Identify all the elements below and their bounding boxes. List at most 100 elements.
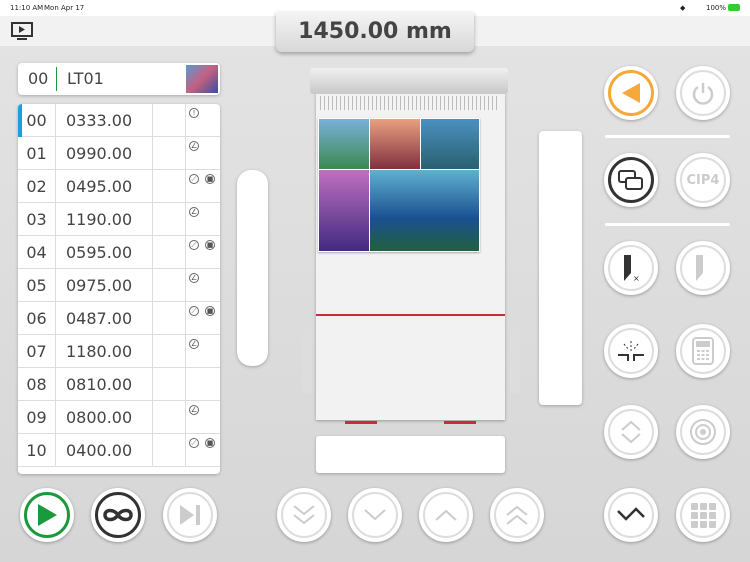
down-button[interactable] xyxy=(348,488,402,542)
chevron-up-icon xyxy=(435,509,457,521)
table-row[interactable]: 03 1190.00 ∠ xyxy=(18,203,220,236)
windows-button[interactable] xyxy=(604,153,658,207)
fast-up-button[interactable] xyxy=(490,488,544,542)
row-value[interactable]: 0990.00 xyxy=(56,137,153,170)
back-button[interactable] xyxy=(604,66,658,120)
knife-icon: ∠ xyxy=(189,339,199,349)
program-thumbnail xyxy=(186,65,218,93)
row-empty-cell xyxy=(153,137,186,170)
row-empty-cell xyxy=(153,434,186,467)
play-icon xyxy=(38,504,57,526)
table-row[interactable]: 10 0400.00 ⟋ ■ xyxy=(18,434,220,467)
table-row[interactable]: 09 0800.00 ∠ xyxy=(18,401,220,434)
stop-icon: ■ xyxy=(205,438,215,448)
row-value[interactable]: 0800.00 xyxy=(56,401,153,434)
knife-icon: ∠ xyxy=(189,207,199,217)
up-button[interactable] xyxy=(419,488,473,542)
row-empty-cell xyxy=(153,401,186,434)
knife-icon: ∠ xyxy=(189,405,199,415)
screen-play-icon[interactable] xyxy=(11,22,35,44)
row-value[interactable]: 0595.00 xyxy=(56,236,153,269)
cut-line xyxy=(316,314,505,316)
target-icon xyxy=(690,419,716,445)
sheet-preview xyxy=(318,118,480,252)
row-value[interactable]: 1190.00 xyxy=(56,203,153,236)
play-button[interactable] xyxy=(20,488,74,542)
table-row[interactable]: 06 0487.00 ⟋ ■ xyxy=(18,302,220,335)
zigzag-icon xyxy=(617,507,645,521)
status-date: Mon Apr 17 xyxy=(44,4,85,12)
knife-icon: ∠ xyxy=(189,273,199,283)
row-empty-cell xyxy=(153,269,186,302)
double-chevron-down-icon xyxy=(293,505,315,525)
fast-down-button[interactable] xyxy=(277,488,331,542)
up-down-icon xyxy=(621,420,641,444)
position-readout: 1450.00 mm xyxy=(276,12,474,52)
knife-adjust-icon xyxy=(696,255,703,281)
battery-icon xyxy=(728,4,740,11)
knife-adjust-button[interactable] xyxy=(676,241,730,295)
row-value[interactable]: 0400.00 xyxy=(56,434,153,467)
target-button[interactable] xyxy=(676,405,730,459)
link-icon: ⟋ xyxy=(189,306,199,316)
cut-list[interactable]: 00 0333.00 ! 01 0990.00 ∠ 02 0495.00 ⟋ ■ … xyxy=(18,104,220,474)
wifi-icon: ◆ xyxy=(680,4,686,12)
grid-button[interactable] xyxy=(676,488,730,542)
stop-icon: ■ xyxy=(205,240,215,250)
status-battery: 100% xyxy=(706,4,727,12)
table-row[interactable]: 00 0333.00 ! xyxy=(18,104,220,137)
alert-icon: ! xyxy=(189,108,199,118)
calculator-button[interactable] xyxy=(676,324,730,378)
divider xyxy=(56,67,57,91)
row-index: 09 xyxy=(18,401,56,434)
back-arrow-icon xyxy=(622,83,640,103)
table-row[interactable]: 08 0810.00 xyxy=(18,368,220,401)
row-empty-cell xyxy=(153,236,186,269)
status-time: 11:10 AM xyxy=(10,4,44,12)
table-row[interactable]: 02 0495.00 ⟋ ■ xyxy=(18,170,220,203)
grid-icon xyxy=(691,503,716,528)
row-index: 03 xyxy=(18,203,56,236)
row-empty-cell xyxy=(153,104,186,137)
row-value[interactable]: 1180.00 xyxy=(56,335,153,368)
row-index: 10 xyxy=(18,434,56,467)
cut-line-icon xyxy=(618,341,644,361)
clamp-bar xyxy=(310,68,508,94)
row-index: 05 xyxy=(18,269,56,302)
stop-icon: ■ xyxy=(205,174,215,184)
cip4-button[interactable]: CIP4 xyxy=(676,153,730,207)
up-down-button[interactable] xyxy=(604,405,658,459)
table-row[interactable]: 07 1180.00 ∠ xyxy=(18,335,220,368)
marker-left xyxy=(345,421,377,424)
row-value[interactable]: 0810.00 xyxy=(56,368,153,401)
program-name: LT01 xyxy=(67,69,104,88)
row-value[interactable]: 0975.00 xyxy=(56,269,153,302)
marker-right xyxy=(444,421,476,424)
stop-icon: ■ xyxy=(205,306,215,316)
separator xyxy=(605,135,730,138)
row-index: 02 xyxy=(18,170,56,203)
row-index: 06 xyxy=(18,302,56,335)
row-index: 01 xyxy=(18,137,56,170)
left-slider[interactable] xyxy=(237,170,268,366)
row-empty-cell xyxy=(153,335,186,368)
program-header[interactable]: 00 LT01 xyxy=(18,63,220,95)
check-button[interactable] xyxy=(604,488,658,542)
right-slider[interactable] xyxy=(539,131,582,405)
table-row[interactable]: 01 0990.00 ∠ xyxy=(18,137,220,170)
knife-cut-button[interactable]: × xyxy=(604,241,658,295)
cut-line-button[interactable] xyxy=(604,324,658,378)
table-row[interactable]: 04 0595.00 ⟋ ■ xyxy=(18,236,220,269)
row-empty-cell xyxy=(153,203,186,236)
power-icon xyxy=(692,83,714,105)
row-value[interactable]: 0495.00 xyxy=(56,170,153,203)
row-empty-cell xyxy=(153,302,186,335)
table-row[interactable]: 05 0975.00 ∠ xyxy=(18,269,220,302)
row-value[interactable]: 0487.00 xyxy=(56,302,153,335)
power-button[interactable] xyxy=(676,66,730,120)
info-box xyxy=(316,436,505,473)
loop-button[interactable] xyxy=(91,488,145,542)
skip-next-button[interactable] xyxy=(163,488,217,542)
row-value[interactable]: 0333.00 xyxy=(56,104,153,137)
chevron-down-icon xyxy=(364,509,386,521)
